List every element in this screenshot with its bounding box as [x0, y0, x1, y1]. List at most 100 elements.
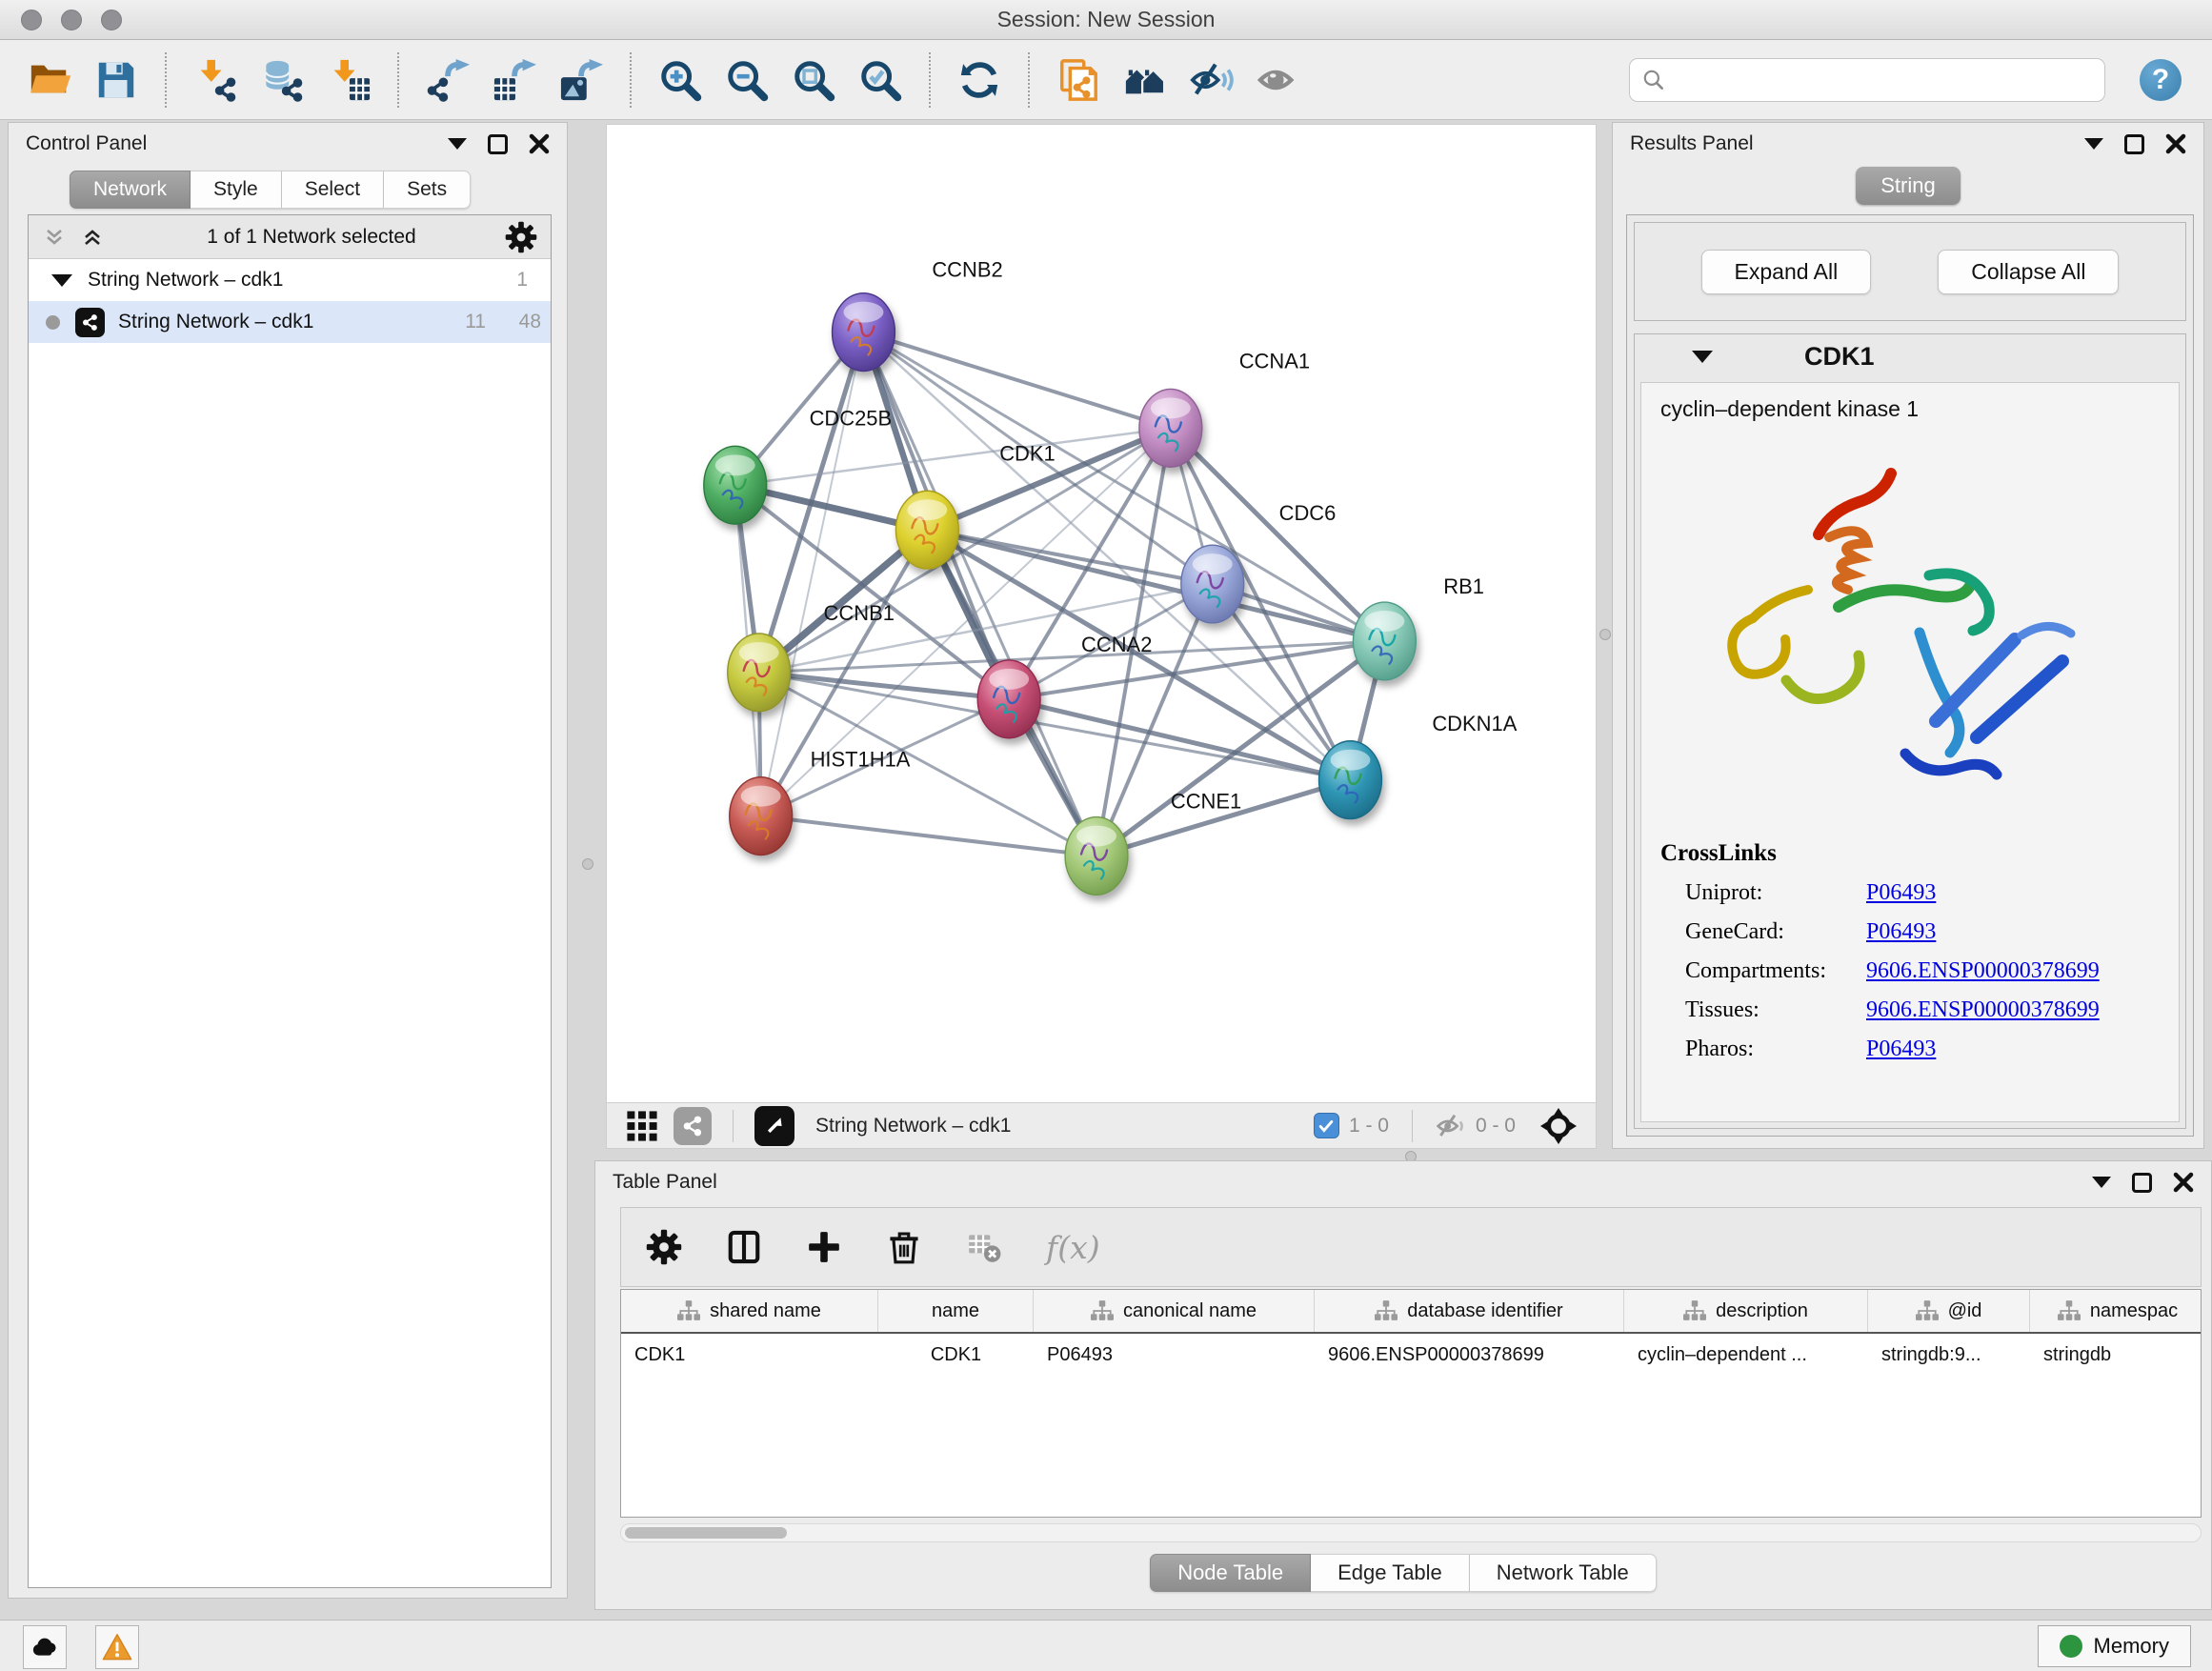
selected-checkbox[interactable] — [1314, 1113, 1339, 1138]
table-cell[interactable]: 9606.ENSP00000378699 — [1315, 1334, 1624, 1376]
panel-float-icon[interactable] — [2124, 134, 2144, 154]
network-graph[interactable]: CCNB2CCNA1CDC25BCDK1CDC6RB1CCNB1CCNA2CDK… — [607, 125, 1596, 1102]
tab-select[interactable]: Select — [282, 171, 384, 209]
table-options-button[interactable] — [646, 1229, 682, 1265]
network-node-cdc25b[interactable] — [704, 446, 767, 524]
function-builder-button[interactable]: f(x) — [1046, 1229, 1100, 1266]
delete-table-button[interactable] — [966, 1229, 1002, 1265]
network-row[interactable]: String Network – cdk1 11 48 — [29, 301, 551, 343]
tab-style[interactable]: Style — [191, 171, 282, 209]
column-header[interactable]: @id — [1868, 1290, 2030, 1332]
splitter-handle[interactable] — [582, 858, 593, 870]
grid-view-button[interactable] — [626, 1110, 658, 1142]
panel-float-icon[interactable] — [488, 134, 508, 154]
network-node-rb1[interactable] — [1353, 602, 1416, 680]
panel-minimize-icon[interactable] — [2084, 138, 2103, 150]
network-collection-row[interactable]: String Network – cdk1 1 — [29, 259, 551, 301]
network-node-hist1h1a[interactable] — [730, 777, 793, 856]
panel-minimize-icon[interactable] — [448, 138, 467, 150]
table-cell[interactable]: P06493 — [1034, 1334, 1315, 1376]
zoom-in-button[interactable] — [655, 53, 705, 107]
column-header[interactable]: database identifier — [1315, 1290, 1624, 1332]
show-columns-button[interactable] — [726, 1229, 762, 1265]
show-all-networks-button[interactable] — [1120, 53, 1170, 107]
import-network-from-database-button[interactable] — [257, 53, 307, 107]
table-row[interactable]: CDK1CDK1P064939606.ENSP00000378699cyclin… — [621, 1334, 2201, 1376]
network-edge[interactable] — [863, 332, 1096, 856]
network-node-cdc6[interactable] — [1181, 545, 1244, 623]
network-node-ccna1[interactable] — [1139, 389, 1202, 467]
expand-all-button[interactable]: Expand All — [1701, 250, 1872, 294]
zoom-out-button[interactable] — [722, 53, 772, 107]
splitter-handle[interactable] — [1599, 629, 1611, 640]
search-input[interactable] — [1674, 61, 2104, 99]
network-canvas[interactable]: CCNB2CCNA1CDC25BCDK1CDC6RB1CCNB1CCNA2CDK… — [606, 124, 1597, 1103]
tab-node-table[interactable]: Node Table — [1150, 1554, 1311, 1592]
export-image-button[interactable] — [556, 53, 606, 107]
memory-button[interactable]: Memory — [2038, 1625, 2191, 1667]
table-cell[interactable]: CDK1 — [878, 1334, 1034, 1376]
export-table-button[interactable] — [490, 53, 539, 107]
network-edge[interactable] — [927, 530, 1384, 641]
network-node-ccnb2[interactable] — [833, 293, 895, 372]
table-cell[interactable]: CDK1 — [621, 1334, 878, 1376]
network-options-button[interactable] — [505, 221, 537, 253]
hide-panels-button[interactable] — [1187, 53, 1237, 107]
save-session-button[interactable] — [91, 53, 141, 107]
tab-network-table[interactable]: Network Table — [1470, 1554, 1657, 1592]
column-header[interactable]: description — [1624, 1290, 1868, 1332]
tab-edge-table[interactable]: Edge Table — [1311, 1554, 1470, 1592]
crosslink-link[interactable]: P06493 — [1866, 1037, 1936, 1062]
network-node-ccna2[interactable] — [977, 660, 1040, 738]
collapse-all-button[interactable]: Collapse All — [1938, 250, 2119, 294]
crosslink-link[interactable]: P06493 — [1866, 880, 1936, 906]
table-cell[interactable]: stringdb — [2030, 1334, 2202, 1376]
network-edge[interactable] — [863, 332, 1384, 641]
apply-style-button[interactable] — [955, 53, 1004, 107]
zoom-fit-button[interactable] — [789, 53, 838, 107]
network-node-cdkn1a[interactable] — [1319, 741, 1382, 819]
network-edge[interactable] — [863, 332, 1170, 429]
gene-section-header[interactable]: CDK1 — [1635, 334, 2185, 378]
table-cell[interactable]: stringdb:9... — [1868, 1334, 2030, 1376]
panel-close-icon[interactable] — [2173, 1172, 2194, 1193]
panel-minimize-icon[interactable] — [2092, 1177, 2111, 1188]
network-edge[interactable] — [1009, 699, 1350, 780]
panel-float-icon[interactable] — [2132, 1173, 2152, 1193]
network-view-button[interactable] — [674, 1107, 712, 1145]
tab-sets[interactable]: Sets — [384, 171, 471, 209]
panel-close-icon[interactable] — [2165, 133, 2186, 154]
import-table-button[interactable] — [324, 53, 373, 107]
horizontal-scrollbar[interactable] — [620, 1523, 2202, 1542]
tab-network[interactable]: Network — [70, 171, 191, 209]
clone-network-button[interactable] — [1054, 53, 1103, 107]
export-network-button[interactable] — [423, 53, 473, 107]
collapse-icon[interactable] — [1692, 351, 1713, 363]
crosslink-link[interactable]: 9606.ENSP00000378699 — [1866, 997, 2100, 1023]
network-node-cdk1[interactable] — [895, 491, 958, 569]
network-edge[interactable] — [761, 816, 1096, 856]
network-node-ccne1[interactable] — [1065, 817, 1128, 896]
collapse-all-networks-icon[interactable] — [42, 226, 67, 249]
collapse-icon[interactable] — [51, 274, 72, 287]
show-panel-button[interactable] — [1254, 53, 1303, 107]
crosslink-link[interactable]: P06493 — [1866, 919, 1936, 945]
crosslink-link[interactable]: 9606.ENSP00000378699 — [1866, 958, 2100, 984]
birds-eye-view-button[interactable] — [754, 1106, 794, 1146]
panel-close-icon[interactable] — [529, 133, 550, 154]
column-header[interactable]: namespac — [2030, 1290, 2202, 1332]
warnings-button[interactable] — [95, 1625, 139, 1669]
column-header[interactable]: name — [878, 1290, 1034, 1332]
expand-all-networks-icon[interactable] — [80, 226, 105, 249]
import-network-button[interactable] — [191, 53, 240, 107]
zoom-selected-button[interactable] — [855, 53, 905, 107]
open-session-button[interactable] — [25, 53, 74, 107]
tab-string[interactable]: String — [1856, 167, 1960, 205]
delete-columns-button[interactable] — [886, 1229, 922, 1265]
help-button[interactable]: ? — [2140, 59, 2182, 101]
column-header[interactable]: canonical name — [1034, 1290, 1315, 1332]
create-column-button[interactable] — [806, 1229, 842, 1265]
scrollbar-thumb[interactable] — [625, 1527, 787, 1539]
column-header[interactable]: shared name — [621, 1290, 878, 1332]
network-node-ccnb1[interactable] — [728, 634, 791, 712]
